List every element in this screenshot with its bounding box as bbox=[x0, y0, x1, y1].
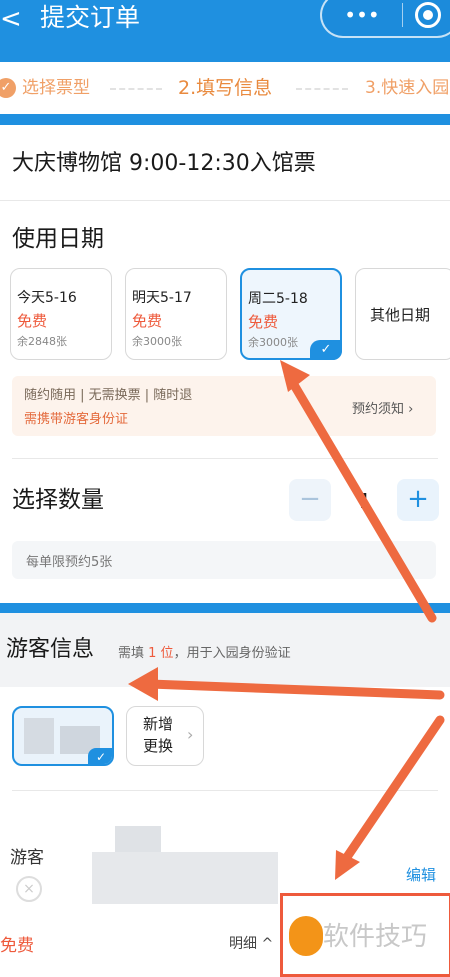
close-miniapp-icon[interactable] bbox=[415, 2, 441, 28]
date-remaining: 余3000张 bbox=[248, 336, 298, 349]
ticket-notice: 随约随用 | 无需换票 | 随时退 需携带游客身份证 预约须知 › bbox=[12, 376, 436, 436]
page-title: 提交订单 bbox=[40, 3, 141, 32]
date-price: 免费 bbox=[17, 312, 48, 330]
step-connector bbox=[296, 88, 348, 90]
selected-check-icon: ✓ bbox=[88, 748, 112, 764]
watermark-text: 软件技巧 bbox=[323, 922, 428, 952]
notice-tags: 随约随用 | 无需换票 | 随时退 bbox=[24, 388, 193, 403]
section-band bbox=[0, 114, 450, 125]
step-fill-info: 2.填写信息 bbox=[178, 77, 273, 99]
date-price: 免费 bbox=[132, 312, 163, 330]
date-remaining: 余3000张 bbox=[132, 335, 182, 348]
more-icon[interactable]: ••• bbox=[322, 0, 402, 36]
guest-row-label: 游客 bbox=[10, 848, 44, 868]
guest-requirement: 需填 1 位，用于入园身份验证 bbox=[118, 646, 291, 661]
date-option-tuesday[interactable]: 周二5-18 免费 余3000张 ✓ bbox=[240, 268, 342, 360]
step-enter-park: 3.快速入园 bbox=[365, 78, 450, 98]
quantity-value: 1 bbox=[358, 489, 372, 513]
title-bar: < 提交订单 ••• bbox=[0, 0, 450, 62]
date-label: 今天5-16 bbox=[17, 290, 77, 306]
date-option-other[interactable]: 其他日期 bbox=[355, 268, 450, 360]
decrease-button[interactable]: − bbox=[289, 479, 331, 521]
date-label: 周二5-18 bbox=[248, 291, 308, 307]
total-price: 免费 bbox=[0, 936, 34, 956]
step-done-icon: ✓ bbox=[0, 78, 16, 98]
booking-notice-link[interactable]: 预约须知 › bbox=[352, 398, 413, 417]
guest-chip-selected[interactable]: ✓ bbox=[12, 706, 114, 766]
divider bbox=[12, 458, 438, 459]
section-band bbox=[0, 603, 450, 613]
step-select-ticket: 选择票型 bbox=[22, 78, 90, 98]
date-label: 明天5-17 bbox=[132, 290, 192, 306]
date-price: 免费 bbox=[248, 313, 279, 331]
back-button[interactable]: < bbox=[0, 2, 30, 36]
guest-section-header: 游客信息 需填 1 位，用于入园身份验证 bbox=[0, 613, 450, 687]
selected-check-icon: ✓ bbox=[310, 340, 342, 360]
price-detail-toggle[interactable]: 明细 ^ bbox=[229, 933, 273, 953]
quantity-label: 选择数量 bbox=[12, 487, 104, 513]
chevron-right-icon: › bbox=[187, 725, 194, 744]
step-connector bbox=[110, 88, 162, 90]
watermark-logo bbox=[289, 916, 323, 956]
limit-text: 每单限预约5张 bbox=[26, 555, 113, 570]
increase-button[interactable]: + bbox=[397, 479, 439, 521]
guest-title: 游客信息 bbox=[6, 637, 95, 662]
ticket-name: 大庆博物馆 9:00-12:30入馆票 bbox=[12, 151, 316, 176]
add-guest-button[interactable]: 新增 更换 › bbox=[126, 706, 204, 766]
notice-warning: 需携带游客身份证 bbox=[24, 412, 129, 427]
divider bbox=[0, 200, 450, 201]
blurred-name bbox=[24, 718, 54, 754]
blurred-guest-name bbox=[115, 826, 161, 852]
progress-steps: ✓ 选择票型 2.填写信息 3.快速入园 bbox=[0, 62, 450, 114]
divider bbox=[12, 790, 438, 791]
edit-guest-link[interactable]: 编辑 bbox=[406, 864, 436, 885]
date-remaining: 余2848张 bbox=[17, 335, 67, 348]
blurred-guest-id bbox=[92, 852, 278, 904]
guest-count: 1 位 bbox=[148, 646, 174, 661]
watermark: 软件技巧 bbox=[280, 893, 450, 977]
date-option-today[interactable]: 今天5-16 免费 余2848张 bbox=[10, 268, 112, 360]
miniapp-capsule: ••• bbox=[320, 0, 450, 38]
date-heading: 使用日期 bbox=[12, 226, 104, 252]
capsule-divider bbox=[402, 3, 403, 27]
date-option-tomorrow[interactable]: 明天5-17 免费 余3000张 bbox=[125, 268, 227, 360]
quantity-limit-note: 每单限预约5张 bbox=[12, 541, 436, 579]
change-label: 更换 bbox=[143, 737, 174, 755]
date-other-label: 其他日期 bbox=[370, 306, 431, 324]
remove-guest-icon[interactable]: × bbox=[16, 876, 42, 902]
add-label: 新增 bbox=[143, 715, 174, 733]
